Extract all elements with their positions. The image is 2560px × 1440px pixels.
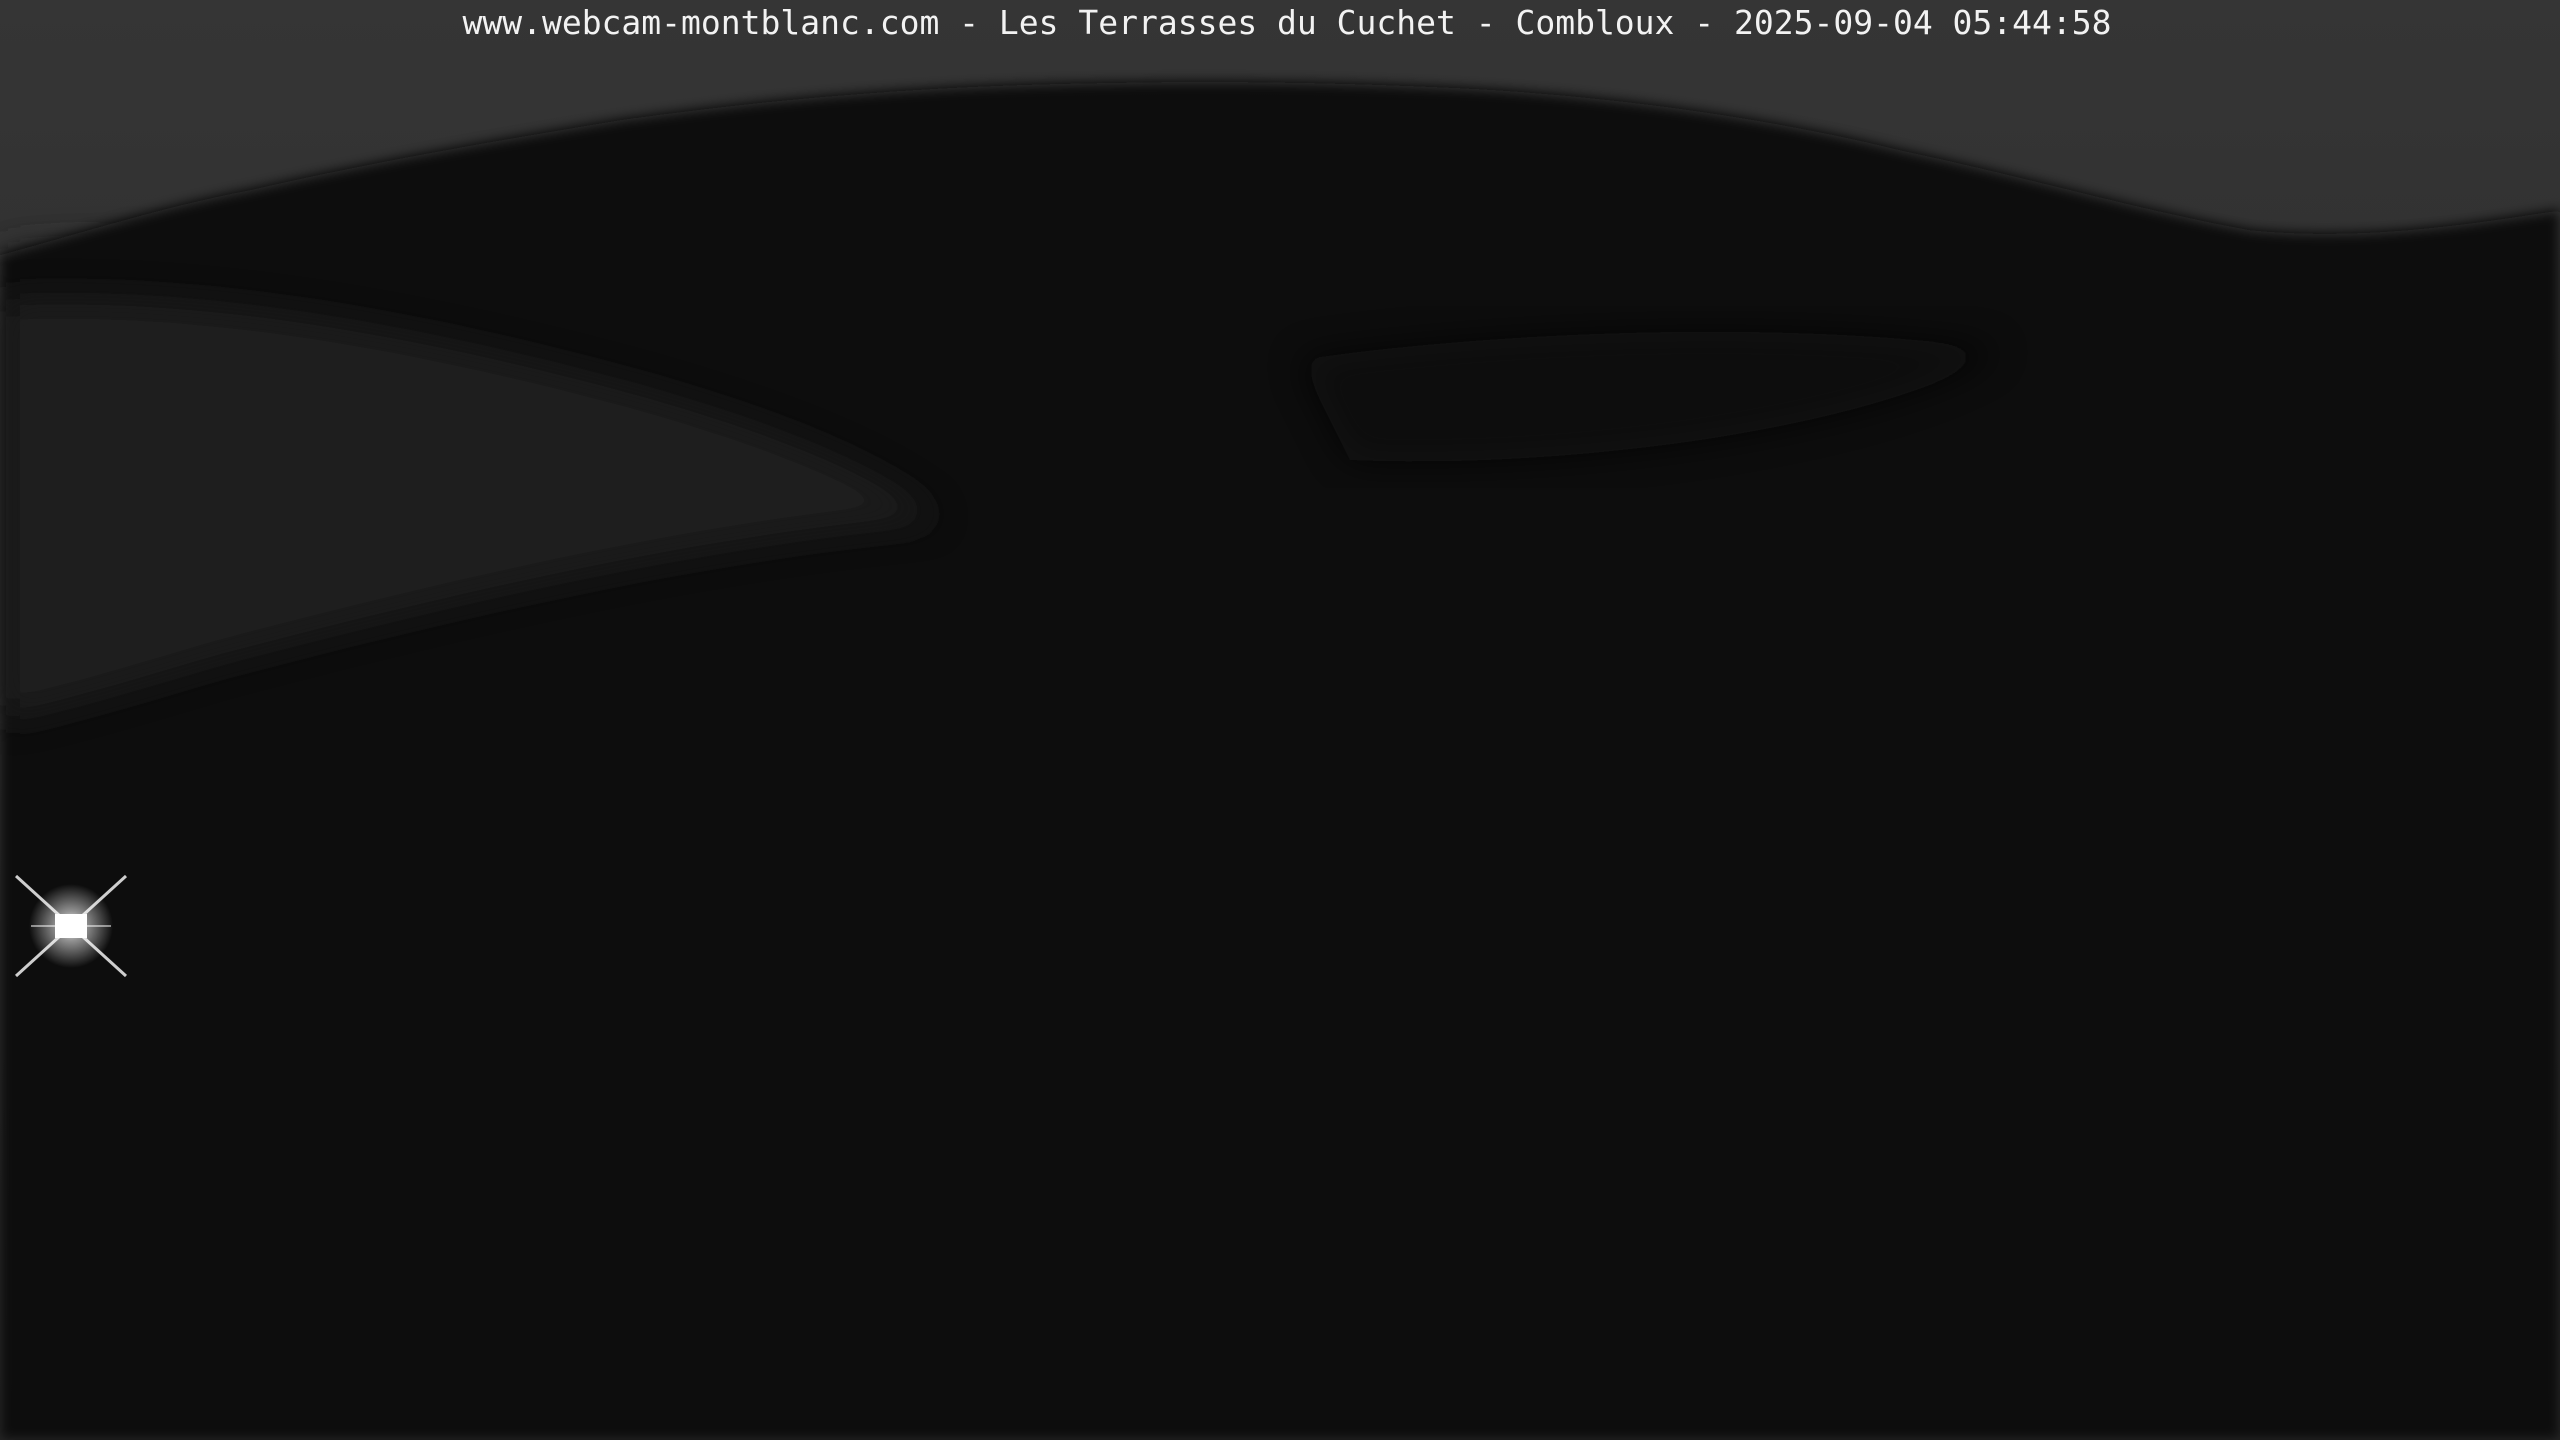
mountain-silhouette [0,81,2560,1440]
webcam-frame: www.webcam-montblanc.com - Les Terrasses… [0,0,2560,1440]
webcam-caption: www.webcam-montblanc.com - Les Terrasses… [0,0,2560,46]
night-landscape-image [0,0,2560,1440]
caption-text: www.webcam-montblanc.com - Les Terrasses… [462,3,2112,42]
bright-light [14,874,128,978]
